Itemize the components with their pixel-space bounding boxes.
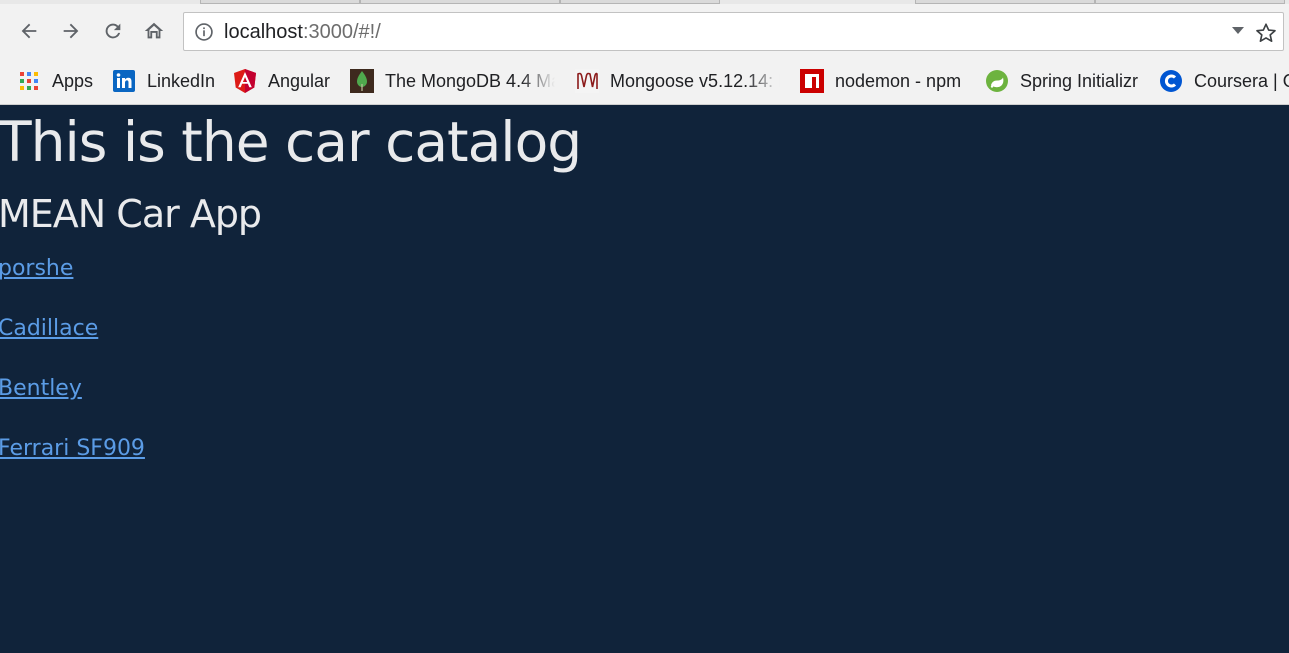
chevron-down-icon[interactable] <box>1232 27 1244 35</box>
car-link-cadillace[interactable]: Cadillace <box>0 316 98 341</box>
bookmark-apps[interactable]: Apps <box>17 66 93 96</box>
linkedin-icon <box>112 69 136 93</box>
forward-button[interactable] <box>58 18 84 44</box>
apps-grid-icon <box>17 69 41 93</box>
back-button[interactable] <box>16 18 42 44</box>
bookmarks-bar: Apps LinkedIn Angular The MongoDB 4.4 Ma… <box>0 60 1289 105</box>
bookmark-label: Angular <box>268 70 331 91</box>
bookmark-linkedin[interactable]: LinkedIn <box>112 66 215 96</box>
angular-icon <box>233 69 257 93</box>
address-bar-url[interactable]: localhost:3000/#!/ <box>224 21 381 44</box>
url-host: localhost <box>224 21 303 43</box>
browser-toolbar: localhost:3000/#!/ <box>0 4 1289 60</box>
home-button[interactable] <box>141 18 167 44</box>
address-bar[interactable]: localhost:3000/#!/ <box>183 12 1284 51</box>
spring-icon <box>985 69 1009 93</box>
bookmark-mongodb[interactable]: The MongoDB 4.4 Ma <box>350 66 555 96</box>
reload-button[interactable] <box>100 18 126 44</box>
mongoose-icon <box>575 69 599 93</box>
bookmark-label: Apps <box>52 70 94 91</box>
car-link-ferrari-sf909[interactable]: Ferrari SF909 <box>0 436 145 461</box>
npm-icon <box>800 69 824 93</box>
bookmark-label: nodemon - npm <box>835 70 962 91</box>
url-path: :3000/#!/ <box>302 21 381 43</box>
arrow-right-icon <box>63 23 79 39</box>
page-title: This is the car catalog <box>0 110 582 174</box>
star-icon[interactable] <box>1255 22 1277 44</box>
mongodb-leaf-icon <box>350 69 374 93</box>
bookmark-angular[interactable]: Angular <box>233 66 330 96</box>
bookmark-label: LinkedIn <box>147 70 216 91</box>
info-icon[interactable] <box>194 22 214 42</box>
reload-icon <box>105 23 121 39</box>
app-subtitle: MEAN Car App <box>0 192 262 236</box>
coursera-icon <box>1159 69 1183 93</box>
bookmark-label: The MongoDB 4.4 Ma <box>385 70 555 91</box>
home-icon <box>144 22 164 39</box>
car-link-bentley[interactable]: Bentley <box>0 376 82 401</box>
bookmark-label: Spring Initializr <box>1020 70 1139 91</box>
bookmark-mongoose[interactable]: Mongoose v5.12.14: D <box>575 66 780 96</box>
bookmark-coursera[interactable]: Coursera | O <box>1159 66 1289 96</box>
bookmark-nodemon[interactable]: nodemon - npm <box>800 66 961 96</box>
arrow-left-icon <box>21 23 37 39</box>
bookmark-spring-initializr[interactable]: Spring Initializr <box>985 66 1138 96</box>
bookmark-label: Coursera | O <box>1194 70 1289 91</box>
page-content: This is the car catalog MEAN Car App por… <box>0 106 1289 653</box>
car-link-porshe[interactable]: porshe <box>0 256 73 281</box>
bookmark-label: Mongoose v5.12.14: D <box>610 70 780 91</box>
